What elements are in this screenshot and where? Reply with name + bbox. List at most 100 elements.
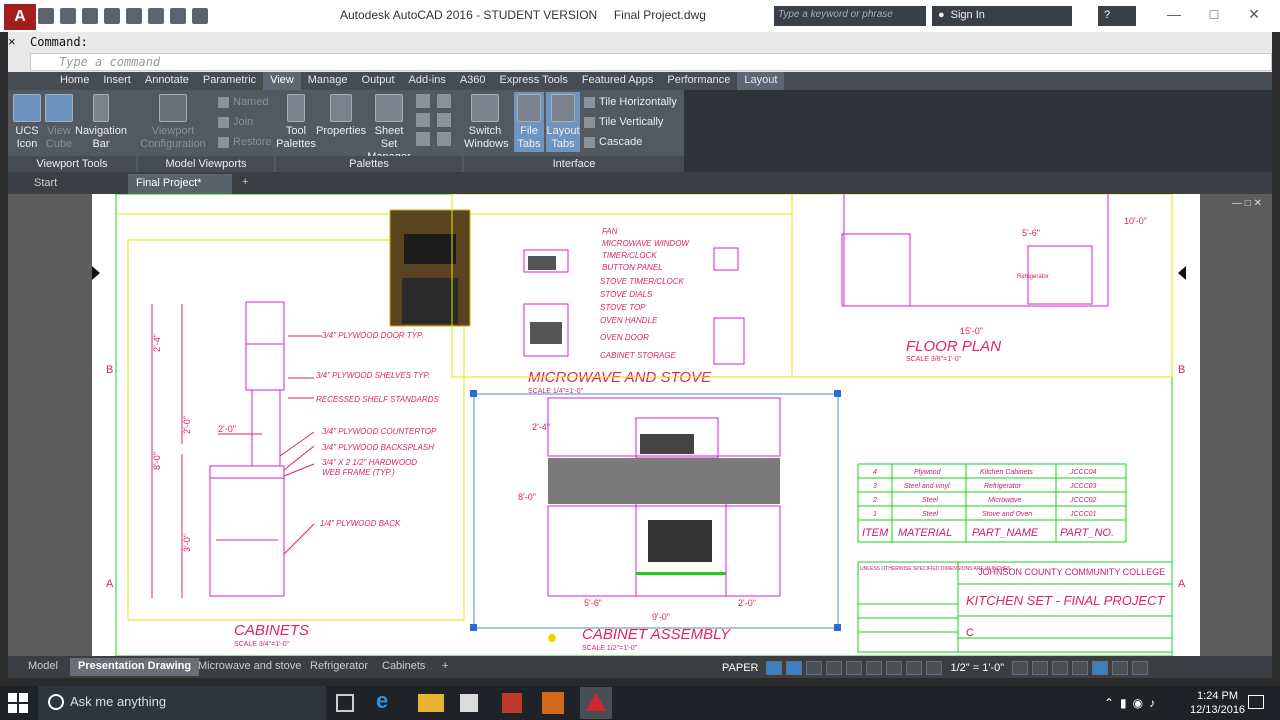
tab-final-project[interactable]: Final Project* (128, 174, 232, 194)
transparency-icon[interactable] (886, 661, 903, 675)
windows-start-icon[interactable] (8, 693, 28, 713)
tab-performance[interactable]: Performance (660, 72, 737, 90)
tile-horizontally-button[interactable]: Tile Horizontally (584, 96, 677, 108)
sheet-set-manager-button[interactable]: Sheet Set Manager (366, 94, 412, 164)
ucs-icon-button[interactable]: UCS Icon (12, 94, 42, 151)
named-button[interactable]: Named (218, 96, 268, 108)
tab-a360[interactable]: A360 (453, 72, 493, 90)
tab-featured-apps[interactable]: Featured Apps (575, 72, 661, 90)
task-view-icon[interactable] (336, 694, 354, 712)
tab-view[interactable]: View (263, 72, 301, 90)
viewport-tools-title[interactable]: Viewport Tools (8, 156, 136, 172)
viewport-configuration-button[interactable]: Viewport Configuration (138, 94, 208, 151)
grid-icon[interactable] (766, 661, 783, 675)
command-close-icon[interactable]: × (8, 34, 26, 52)
design-center-icon[interactable] (416, 94, 430, 108)
tab-express-tools[interactable]: Express Tools (493, 72, 575, 90)
notifications-icon[interactable] (1248, 695, 1264, 709)
plus-icon[interactable] (1032, 661, 1049, 675)
store-icon[interactable] (460, 694, 478, 712)
tab-model[interactable]: Model (20, 658, 66, 676)
maximize-icon[interactable]: □ (1204, 6, 1224, 24)
grip-handle[interactable] (834, 390, 841, 397)
edge-browser-icon[interactable]: e (376, 688, 402, 714)
menu-icon[interactable] (1132, 661, 1149, 675)
tab-insert[interactable]: Insert (96, 72, 138, 90)
new-icon[interactable] (38, 8, 54, 24)
tab-add-ins[interactable]: Add-ins (402, 72, 453, 90)
search-input[interactable]: Type a keyword or phrase (774, 6, 926, 26)
layout-sheet[interactable]: B B A A 2'-4" 8'-0" 2'-0" 3'-0" 2'-0" 3/… (92, 194, 1200, 656)
hardware-acceleration-icon[interactable] (1072, 661, 1089, 675)
isolate-icon[interactable] (1052, 661, 1069, 675)
grip-handle[interactable] (834, 624, 841, 631)
layer-properties-icon[interactable] (416, 132, 430, 146)
tab-refrigerator[interactable]: Refrigerator (302, 658, 376, 676)
tab-cabinets[interactable]: Cabinets (374, 658, 433, 676)
print-icon[interactable] (126, 8, 142, 24)
lineweight-icon[interactable] (866, 661, 883, 675)
view-cube-button[interactable]: View Cube (44, 94, 74, 151)
gear-icon[interactable] (1012, 661, 1029, 675)
osnap-icon[interactable] (846, 661, 863, 675)
sign-in-button[interactable]: ● Sign In (932, 6, 1072, 26)
ortho-icon[interactable] (806, 661, 823, 675)
cortana-search[interactable]: Ask me anything (38, 686, 326, 720)
tab-start[interactable]: Start (14, 174, 77, 194)
open-icon[interactable] (60, 8, 76, 24)
autocad-logo-icon[interactable]: A (4, 4, 36, 30)
tab-output[interactable]: Output (355, 72, 402, 90)
help-button[interactable]: ? (1098, 6, 1136, 26)
customize-chevron-icon[interactable] (192, 8, 208, 24)
paper-space-toggle[interactable]: PAPER (722, 662, 758, 674)
tool-palettes-button[interactable]: Tool Palettes (276, 94, 316, 151)
navigation-bar-button[interactable]: Navigation Bar (74, 94, 128, 151)
cascade-button[interactable]: Cascade (584, 136, 642, 148)
layout-tabs-button[interactable]: Layout Tabs (546, 92, 580, 152)
system-tray[interactable]: ⌃▮◉♪ (1104, 696, 1161, 710)
tab-presentation-drawing[interactable]: Presentation Drawing (70, 658, 200, 676)
tab-manage[interactable]: Manage (301, 72, 355, 90)
restore-button[interactable]: Restore (218, 136, 272, 148)
file-tabs-button[interactable]: File Tabs (514, 92, 544, 152)
app-icon[interactable] (542, 692, 564, 714)
command-input[interactable]: Type a command (30, 53, 1272, 71)
tab-annotate[interactable]: Annotate (138, 72, 196, 90)
calculator-icon[interactable] (416, 113, 430, 127)
tab-microwave-and-stove[interactable]: Microwave and stove (190, 658, 309, 676)
close-icon[interactable]: ✕ (1244, 6, 1264, 24)
switch-windows-button[interactable]: Switch Windows (464, 94, 509, 151)
external-references-icon[interactable] (437, 113, 451, 127)
undo-icon[interactable] (148, 8, 164, 24)
redo-icon[interactable] (170, 8, 186, 24)
gift-app-icon[interactable] (502, 693, 522, 713)
tab-home[interactable]: Home (53, 72, 96, 90)
dbconnect-icon[interactable] (437, 132, 451, 146)
grip-handle[interactable] (470, 390, 477, 397)
autocad-taskbar-icon[interactable] (580, 687, 612, 719)
properties-button[interactable]: Properties (316, 94, 366, 138)
tab-layout[interactable]: Layout (737, 72, 785, 90)
grip-handle[interactable] (470, 624, 477, 631)
save-as-icon[interactable] (104, 8, 120, 24)
selected-viewport[interactable] (473, 393, 839, 629)
markup-icon[interactable] (437, 94, 451, 108)
join-button[interactable]: Join (218, 116, 253, 128)
clean-screen-icon[interactable] (1092, 661, 1109, 675)
annotation-icon[interactable] (926, 661, 943, 675)
minimize-icon[interactable]: — (1164, 6, 1184, 24)
viewport-scale-select[interactable]: 1/2" = 1'-0" (946, 662, 1008, 674)
tile-vertically-button[interactable]: Tile Vertically (584, 116, 663, 128)
system-clock[interactable]: 1:24 PM 12/13/2016 (1190, 689, 1245, 717)
new-tab-button[interactable]: + (236, 174, 254, 194)
add-layout-button[interactable]: + (434, 658, 456, 676)
palettes-title[interactable]: Palettes (276, 156, 462, 172)
file-explorer-icon[interactable] (418, 694, 444, 712)
save-icon[interactable] (82, 8, 98, 24)
snap-icon[interactable] (786, 661, 803, 675)
drawing-canvas[interactable]: B B A A 2'-4" 8'-0" 2'-0" 3'-0" 2'-0" 3/… (92, 194, 1200, 656)
polar-icon[interactable] (826, 661, 843, 675)
customization-icon[interactable] (1112, 661, 1129, 675)
tab-parametric[interactable]: Parametric (196, 72, 263, 90)
viewport-window-controls[interactable]: — □ ✕ (1232, 198, 1268, 210)
